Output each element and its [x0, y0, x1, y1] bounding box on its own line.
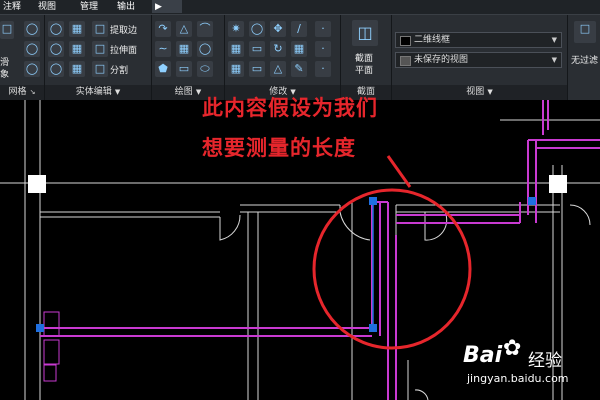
visual-style-dropdown[interactable]: 二维线框 ▼: [395, 32, 562, 48]
box-icon[interactable]: ▦: [176, 41, 192, 57]
mesh-tool-icon-2[interactable]: ◯: [24, 41, 40, 57]
grip-point-bottom[interactable]: [369, 324, 377, 332]
visual-style-swatch-icon: [400, 36, 411, 46]
move-icon[interactable]: ✥: [270, 21, 286, 37]
annotation-pointer: [386, 155, 412, 188]
chevron-down-icon: ▼: [551, 36, 557, 44]
view-group: 二维线框 ▼ 未保存的视图 ▼ 视图 ▼: [392, 15, 568, 100]
annotation-line-1: 此内容假设为我们: [202, 96, 378, 120]
polygon-icon[interactable]: ⬟: [155, 61, 171, 77]
filter-icon[interactable]: □: [574, 21, 596, 43]
interfere-icon[interactable]: ▦: [69, 41, 85, 57]
modify-group: ✷ ◯ ✥ ∕ ▦ ▭ ↻ ▦ ▦ ▭ △ ✎ ‧ ‧ ‧ 修改 ▼: [225, 15, 341, 100]
chevron-down-icon: ▼: [195, 88, 202, 96]
tab-output[interactable]: 输出: [114, 0, 138, 14]
modify-extra-icon-2[interactable]: ‧: [315, 41, 331, 57]
watermark-url: jingyan.baidu.com: [467, 372, 569, 385]
scale-icon[interactable]: △: [270, 61, 286, 77]
copy-icon[interactable]: ▦: [228, 41, 244, 57]
video-icon[interactable]: ▶: [152, 0, 182, 13]
fillet-icon[interactable]: ▭: [249, 41, 265, 57]
mesh-group-title: 网格 ↘: [0, 85, 44, 100]
intersect-icon[interactable]: ◯: [48, 61, 64, 77]
saved-view-icon: [400, 56, 411, 66]
polyline-icon[interactable]: ↷: [155, 21, 171, 37]
magenta-fixtures: [43, 311, 60, 382]
mesh-tool-icon-3[interactable]: ◯: [24, 61, 40, 77]
extrude-face-icon[interactable]: □: [92, 41, 108, 57]
column-markers: [28, 175, 567, 193]
annotation-circle: [312, 188, 472, 350]
ribbon-panel: □ 滑 象 ◯ ◯ ◯ 网格 ↘ ◯ ▦ ◯ ▦ ◯ ▦ □ 提取边 □ 拉伸面 …: [0, 15, 600, 100]
explode-icon[interactable]: ✷: [228, 21, 244, 37]
offset-icon[interactable]: ◯: [249, 21, 265, 37]
subtract-icon[interactable]: ◯: [48, 41, 64, 57]
section-group: ◫ 截面 平面 截面: [341, 15, 392, 100]
modify-extra-icon-1[interactable]: ‧: [315, 21, 331, 37]
saved-view-dropdown[interactable]: 未保存的视图 ▼: [395, 52, 562, 68]
rotate-icon[interactable]: ↻: [270, 41, 286, 57]
chevron-down-icon: ▼: [487, 88, 493, 96]
slice-icon[interactable]: ▦: [69, 21, 85, 37]
union-icon[interactable]: ◯: [48, 21, 64, 37]
mesh-group: □ 滑 象 ◯ ◯ ◯ 网格 ↘: [0, 15, 45, 100]
watermark-brand: Bai: [463, 343, 503, 368]
chevron-down-icon: ▼: [551, 56, 557, 64]
smooth-mesh-icon[interactable]: □: [0, 21, 14, 39]
object-label: 象: [0, 70, 10, 80]
grip-point-left[interactable]: [36, 324, 44, 332]
imprint-icon[interactable]: ▦: [69, 61, 85, 77]
align-icon[interactable]: ▦: [291, 41, 307, 57]
filter-group: □ 无过滤: [568, 15, 600, 100]
plane-label[interactable]: 平面: [355, 63, 373, 76]
solid-edit-group: ◯ ▦ ◯ ▦ ◯ ▦ □ 提取边 □ 拉伸面 □ 分割 实体编辑 ▼: [45, 15, 152, 100]
tab-view[interactable]: 视图: [35, 0, 59, 14]
extract-edges-label[interactable]: 提取边: [110, 23, 137, 36]
extrude-face-label[interactable]: 拉伸面: [110, 43, 137, 56]
menu-bar: 注释 视图 管理 输出 ▶: [0, 0, 600, 15]
grip-point-right[interactable]: [528, 197, 536, 205]
match-properties-icon[interactable]: ✎: [291, 61, 307, 77]
mirror-icon[interactable]: ▭: [249, 61, 265, 77]
extract-edges-icon[interactable]: □: [92, 21, 108, 37]
paw-icon: ✿: [503, 336, 522, 361]
trim-icon[interactable]: ∕: [291, 21, 307, 37]
ellipse-icon[interactable]: ⬭: [197, 61, 213, 77]
expand-arrow-icon: ↘: [29, 88, 36, 96]
filter-label[interactable]: 无过滤: [571, 53, 598, 66]
array-icon[interactable]: ▦: [228, 61, 244, 77]
annotation-line-2: 想要测量的长度: [202, 136, 356, 160]
tab-manage[interactable]: 管理: [77, 0, 101, 14]
watermark-brand-2: 经验: [528, 351, 562, 371]
separate-icon[interactable]: □: [92, 61, 108, 77]
section-plane-icon[interactable]: ◫: [352, 20, 378, 46]
arc-icon[interactable]: ⌒: [197, 21, 213, 37]
spline-icon[interactable]: ∼: [155, 41, 171, 57]
grip-point-top[interactable]: [369, 197, 377, 205]
separate-label[interactable]: 分割: [110, 63, 128, 76]
solid-edit-title[interactable]: 实体编辑 ▼: [45, 85, 151, 100]
mesh-tool-icon-1[interactable]: ◯: [24, 21, 40, 37]
modify-extra-icon-3[interactable]: ‧: [315, 61, 331, 77]
view-group-title[interactable]: 视图 ▼: [392, 85, 567, 100]
hatch-icon[interactable]: △: [176, 21, 192, 37]
circle-icon[interactable]: ◯: [197, 41, 213, 57]
rectangle-icon[interactable]: ▭: [176, 61, 192, 77]
draw-group: ↷ △ ⌒ ∼ ▦ ◯ ⬟ ▭ ⬭ 绘图 ▼: [152, 15, 225, 100]
tab-annotate[interactable]: 注释: [0, 0, 24, 14]
chevron-down-icon: ▼: [114, 88, 121, 96]
